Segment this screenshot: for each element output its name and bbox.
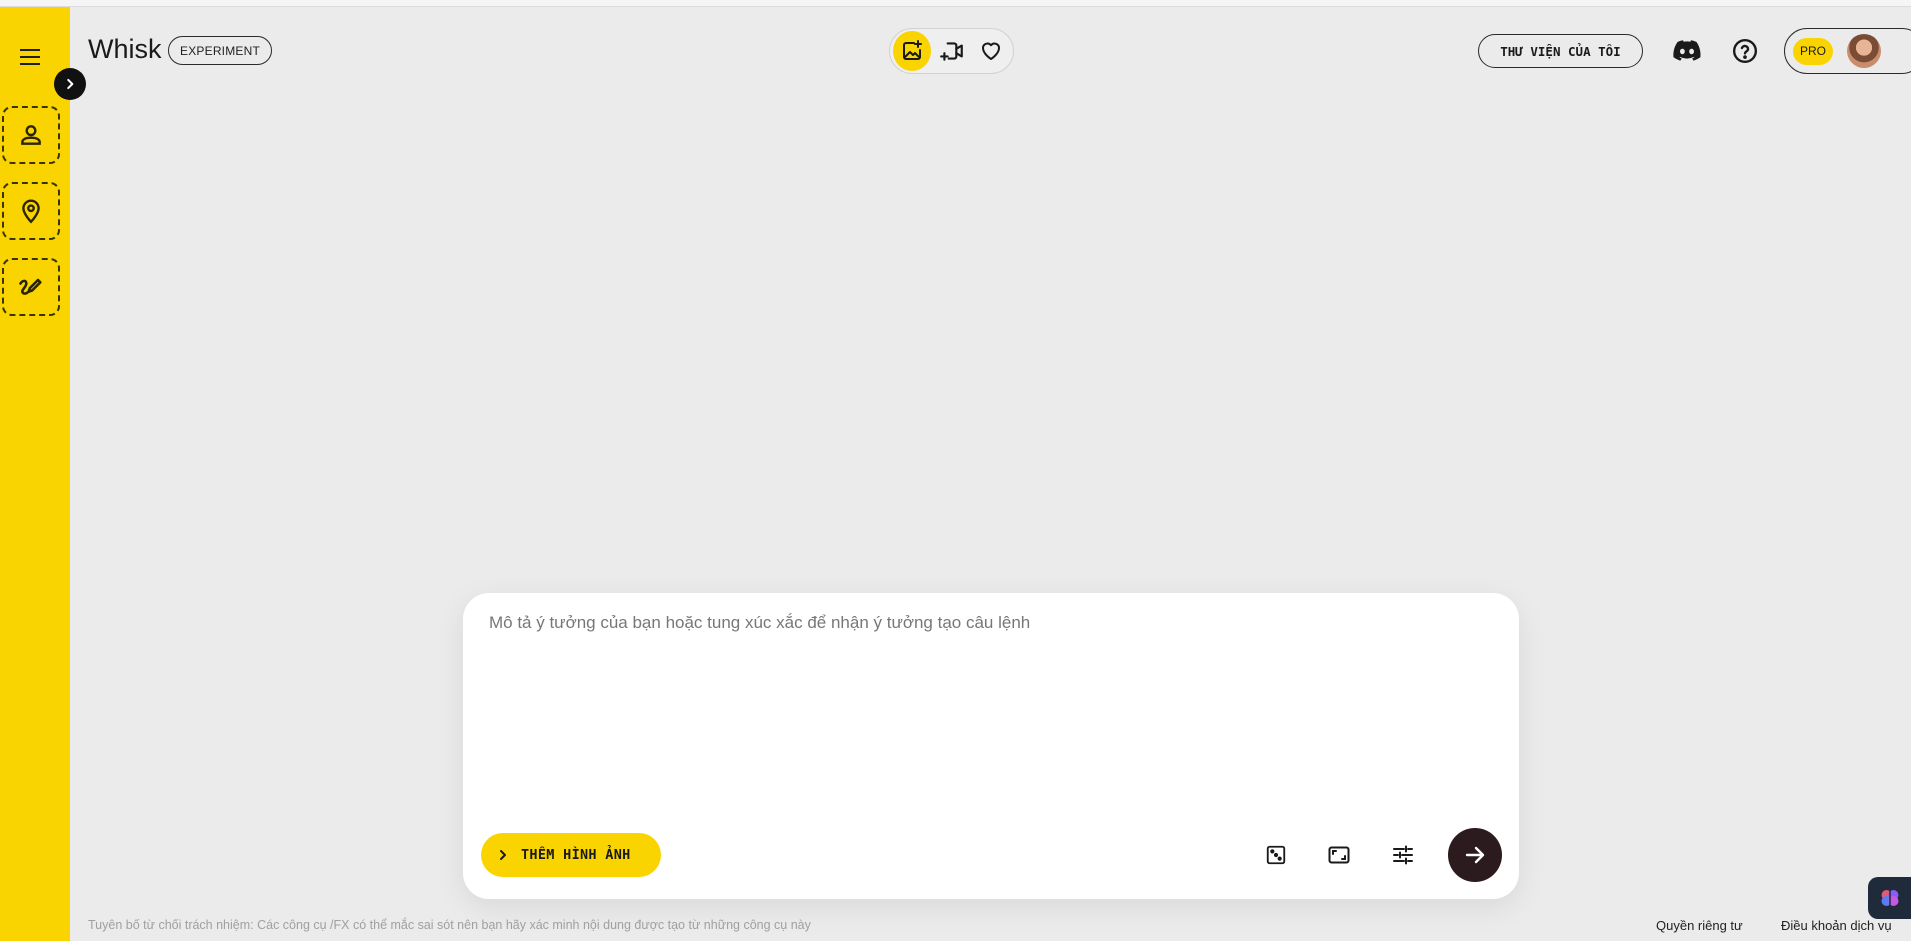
account-button[interactable]: PRO <box>1784 28 1911 74</box>
random-prompt-button[interactable] <box>1258 837 1294 873</box>
dice-icon <box>1266 845 1286 865</box>
hamburger-menu-icon[interactable] <box>16 42 46 72</box>
location-pin-icon <box>22 199 40 224</box>
person-icon <box>21 125 41 145</box>
settings-sliders-icon <box>1393 845 1413 865</box>
sidebar-expand-button[interactable] <box>54 68 86 100</box>
avatar <box>1847 34 1881 68</box>
app-title: Whisk <box>88 34 162 64</box>
settings-button[interactable] <box>1385 837 1421 873</box>
discord-button[interactable] <box>1670 34 1704 68</box>
terms-link[interactable]: Điều khoản dịch vụ <box>1781 918 1892 933</box>
browser-top-edge <box>0 0 1911 7</box>
sidebar <box>0 7 70 941</box>
add-image-button[interactable]: THÊM HÌNH ẢNH <box>481 833 661 877</box>
submit-button[interactable] <box>1448 828 1502 882</box>
arrow-right-icon <box>1465 846 1485 864</box>
style-slot[interactable] <box>2 258 60 316</box>
brush-icon <box>19 278 42 295</box>
disclaimer-text: Tuyên bố từ chối trách nhiệm: Các công c… <box>88 918 811 932</box>
mode-switch <box>889 28 1014 74</box>
mode-image-button[interactable] <box>893 31 931 71</box>
add-image-icon <box>902 40 922 60</box>
my-library-button[interactable]: THƯ VIỆN CỦA TÔI <box>1478 34 1643 68</box>
help-button[interactable] <box>1728 34 1762 68</box>
help-icon <box>1732 38 1758 64</box>
add-image-label: THÊM HÌNH ẢNH <box>521 847 631 863</box>
video-icon <box>939 42 963 61</box>
experiment-badge: EXPERIMENT <box>168 36 273 65</box>
brain-icon <box>1881 890 1898 906</box>
aspect-ratio-button[interactable] <box>1321 837 1357 873</box>
pro-badge: PRO <box>1793 37 1833 65</box>
aspect-ratio-icon <box>1328 846 1350 864</box>
mode-video-button[interactable] <box>933 31 971 71</box>
prompt-card: THÊM HÌNH ẢNH <box>463 593 1519 899</box>
chevron-right-icon <box>500 850 506 860</box>
discord-icon <box>1673 40 1701 61</box>
privacy-link[interactable]: Quyền riêng tư <box>1656 918 1743 933</box>
chevron-right-icon <box>67 78 74 90</box>
heart-icon <box>982 42 1001 60</box>
subject-slot[interactable] <box>2 106 60 164</box>
mode-favorites-button[interactable] <box>972 31 1010 71</box>
prompt-input[interactable] <box>489 613 1489 773</box>
scene-slot[interactable] <box>2 182 60 240</box>
assistant-button[interactable] <box>1868 877 1911 919</box>
